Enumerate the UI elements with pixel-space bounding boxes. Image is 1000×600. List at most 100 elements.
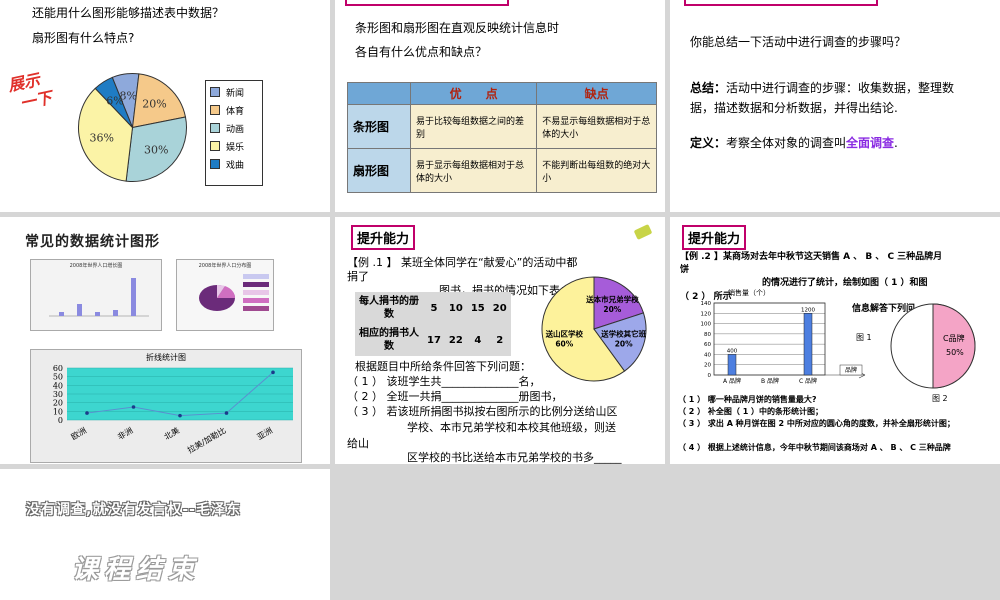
legend-label: 娱乐	[226, 142, 245, 153]
slide5-q2: （ 2 ） 全班一共捐______________册图书，	[347, 390, 563, 403]
row-con: 不易显示每组数据相对于总体的大小	[536, 104, 657, 149]
def-label: 定义：	[690, 136, 727, 150]
cell: 20	[492, 302, 507, 314]
cell: 17	[427, 334, 441, 346]
pie-label: 60%	[555, 340, 573, 349]
slide-5[interactable]: 提升能力 【例 .1 】 某班全体同学在“献爱心”的活动中都 捐了 图书，捐书的…	[335, 217, 665, 464]
y-tick-label: 50	[53, 373, 63, 382]
cell: 每人捐书的册数	[359, 296, 419, 320]
y-tick-label: 40	[53, 381, 63, 390]
line-chart-svg: 6050403020100 欧洲 非洲 北美 拉美/加勒比 亚洲	[53, 364, 293, 455]
data-point	[271, 370, 275, 375]
slide6-intro-3: 的情况进行了统计，绘制如图（ 1 ）和图	[762, 278, 928, 288]
fig1-label: 图 1	[856, 333, 872, 342]
cell: 2	[496, 334, 504, 346]
legend-label: 戏曲	[226, 160, 245, 171]
pie-pct-c: 50%	[946, 348, 964, 357]
slide6-intro-1: 【例 .2 】某商场对去年中秋节这天销售 A 、 B 、 C 三种品牌月	[680, 252, 943, 262]
slide3-header-fragment	[684, 0, 878, 6]
slide-6[interactable]: 提升能力 【例 .2 】某商场对去年中秋节这天销售 A 、 B 、 C 三种品牌…	[670, 217, 1000, 464]
data-point	[224, 411, 229, 415]
x-tick-label: 拉美/加勒比	[186, 425, 228, 455]
data-point	[131, 405, 136, 409]
slide-7[interactable]: 没有调查,就没有发言权--毛泽东 课程结束	[0, 469, 330, 600]
slide5-q3: （ 3 ） 若该班所捐图书拟按右图所示的比例分送给山区	[347, 405, 618, 418]
slide5-intro-2: 捐了	[347, 270, 369, 283]
y-tick-label: 60	[53, 364, 63, 373]
bar	[803, 313, 813, 376]
legend-swatch	[210, 141, 220, 151]
legend-item: 娱乐	[210, 137, 258, 155]
donation-table: 每人捐书的册数 5 10 15 20 相应的捐书人数 17 22 4 2	[355, 292, 511, 356]
slide5-q5: 给山	[347, 437, 369, 450]
slide5-q1: （ 1 ） 该班学生共______________名，	[347, 375, 541, 388]
slide6-q2: （ 2 ） 补全图（ 1 ）中的条形统计图；	[678, 407, 824, 416]
y-tick-label: 60	[704, 342, 711, 348]
bar-value-label: 1200	[801, 307, 815, 313]
bar-chart-title: 2008年世界人口增长图	[69, 263, 123, 269]
pie-chart-thumb: 2008年世界人口分布图	[176, 259, 274, 331]
def-end: .	[894, 136, 898, 150]
slide6-q1: （ 1 ） 哪一种品牌月饼的销售量最大?	[678, 395, 817, 404]
pencil-icon	[633, 224, 653, 240]
y-tick-label: 140	[701, 301, 712, 307]
pie-label-c: C品牌	[943, 333, 965, 343]
pie-pct-label: 6%	[106, 94, 123, 107]
row-con: 不能判断出每组数的绝对大小	[536, 148, 657, 193]
cell: 4	[474, 334, 482, 346]
y-tick-label: 0	[708, 373, 712, 379]
pie-slice-c	[932, 303, 976, 389]
y-tick-label: 20	[704, 363, 711, 369]
slide7-end: 课程结束	[72, 555, 201, 585]
row-name: 条形图	[347, 104, 411, 149]
pie-label: 20%	[603, 305, 621, 314]
slide-1[interactable]: 还能用什么图形能够描述表中数据？ 扇形图有什么特点? 展示 一下 8% 20% 30…	[0, 0, 330, 212]
x-tick-label: B 品牌	[761, 377, 779, 385]
bar	[727, 354, 737, 376]
cell: 15	[470, 302, 485, 314]
pie-label: 送山区学校	[545, 329, 584, 339]
slide3-summary: 总结：活动中进行调查的步骤：收集数据，整理数据，描述数据和分析数据，并得出结论.	[690, 78, 975, 118]
pie-pct-label: 36%	[90, 132, 114, 145]
slide4-title: 常见的数据统计图形	[25, 234, 160, 250]
slide-2[interactable]: 条形图和扇形图在直观反映统计信息时 各自有什么优点和缺点？ 优 点 缺点 条形图…	[335, 0, 665, 212]
y-tick-label: 40	[704, 352, 711, 358]
slide1-legend: 新闻 体育 动画 娱乐 戏曲	[205, 80, 263, 186]
slide3-question: 你能总结一下活动中进行调查的步骤吗？	[690, 35, 907, 49]
pie-thumb-legend	[243, 274, 269, 320]
slide5-intro-1: 【例 .1 】 某班全体同学在“献爱心”的活动中都	[347, 256, 578, 269]
slide5-header: 提升能力	[351, 225, 416, 250]
slide-4[interactable]: 常见的数据统计图形 2008年世界人口增长图 2008年世界人口分布图 折线统计…	[0, 217, 330, 464]
bar-chart-thumb: 2008年世界人口增长图	[30, 259, 162, 331]
slide5-q4: 学校、本市兄弟学校和本校其他班级，则送	[407, 421, 616, 434]
slide1-question-2: 扇形图有什么特点?	[32, 31, 135, 45]
slide5-q6: 区学校的书比送给本市兄弟学校的书多_____	[407, 451, 622, 464]
y-tick-label: 30	[53, 390, 63, 399]
slide5-pie-chart: 送山区学校60%送本市兄弟学校20%送学校其它班20%	[541, 276, 647, 382]
pie-pct-label: 30%	[144, 144, 168, 157]
slide-3[interactable]: 你能总结一下活动中进行调查的步骤吗？ 总结：活动中进行调查的步骤：收集数据，整理…	[670, 0, 1000, 212]
pie-label: 送本市兄弟学校	[585, 294, 639, 304]
slide2-text-2: 各自有什么优点和缺点？	[355, 45, 488, 59]
comparison-table: 优 点 缺点 条形图 易于比较每组数据之间的差别 不易显示每组数据相对于总体的大…	[347, 82, 657, 193]
slide7-quote: 没有调查,就没有发言权--毛泽东	[26, 502, 241, 518]
legend-item: 戏曲	[210, 155, 258, 173]
slide6-pie-chart: C品牌 50%	[890, 303, 976, 389]
slide6-q4: （ 4 ） 根据上述统计信息，今年中秋节期间该商场对 A 、 B 、 C 三种品…	[678, 443, 951, 452]
cell: 相应的捐书人数	[359, 328, 419, 352]
x-tick-label: 非洲	[116, 425, 135, 442]
slide1-pie-chart: 8%20%30%36%6%	[78, 73, 187, 182]
slide2-header-fragment	[345, 0, 509, 6]
cell: 5	[430, 302, 438, 314]
x-tick-label: C 品牌	[799, 377, 817, 385]
fig2-label: 图 2	[932, 394, 948, 403]
y-tick-label: 20	[53, 399, 63, 408]
legend-swatch	[210, 105, 220, 115]
legend-swatch	[210, 159, 220, 169]
summary-label: 总结：	[690, 81, 727, 95]
legend-label: 新闻	[226, 88, 245, 99]
def-term: 全面调查	[846, 136, 895, 150]
line-chart: 折线统计图 60 50 40 30 20 10 0 欧洲 非洲 北美 拉美/加勒比 亚洲	[30, 349, 302, 463]
legend-label: 动画	[226, 124, 245, 135]
data-point	[85, 411, 89, 415]
